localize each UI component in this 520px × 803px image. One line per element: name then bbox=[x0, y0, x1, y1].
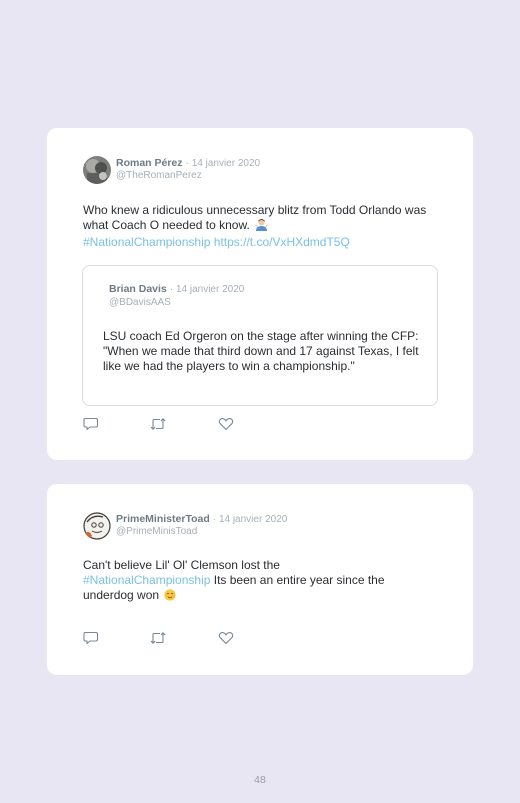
hashtag-link[interactable]: #NationalChampionship bbox=[83, 573, 210, 587]
page-number: 48 bbox=[254, 774, 266, 786]
like-icon[interactable] bbox=[218, 417, 234, 431]
author-name[interactable]: Roman Pérez bbox=[116, 157, 183, 169]
tweet-date[interactable]: 14 janvier 2020 bbox=[219, 514, 287, 525]
quoted-tweet-text: LSU coach Ed Orgeron on the stage after … bbox=[103, 329, 419, 373]
hashtag-link[interactable]: #NationalChampionship bbox=[83, 235, 210, 249]
quoted-tweet[interactable]: Brian Davis · 14 janvier 2020 @BDavisAAS… bbox=[82, 265, 438, 406]
tweet-card: PrimeMinisterToad · 14 janvier 2020 @Pri… bbox=[47, 484, 473, 675]
reply-icon[interactable] bbox=[83, 417, 99, 431]
relieved-face-emoji bbox=[164, 589, 177, 605]
separator: · bbox=[169, 284, 174, 295]
quoted-tweet-date[interactable]: 14 janvier 2020 bbox=[176, 284, 244, 295]
author-handle[interactable]: @TheRomanPerez bbox=[116, 170, 202, 182]
author-handle[interactable]: @PrimeMinisToad bbox=[116, 526, 197, 538]
tweet-body-start: Can't believe Lil' Ol' Clemson lost the bbox=[83, 558, 280, 572]
separator: · bbox=[185, 158, 189, 169]
reply-icon[interactable] bbox=[83, 631, 99, 645]
tweet-card: Roman Pérez · 14 janvier 2020 @TheRomanP… bbox=[47, 128, 473, 460]
author-line: PrimeMinisterToad · 14 janvier 2020 bbox=[116, 513, 287, 526]
quoted-author-line: Brian Davis · 14 janvier 2020 bbox=[109, 283, 244, 296]
author-name[interactable]: PrimeMinisterToad bbox=[116, 513, 210, 525]
avatar[interactable] bbox=[83, 512, 111, 540]
avatar[interactable] bbox=[83, 156, 111, 184]
separator: · bbox=[212, 514, 217, 525]
retweet-icon[interactable] bbox=[150, 417, 166, 431]
tweet-text: Who knew a ridiculous unnecessary blitz … bbox=[83, 203, 443, 250]
man-shrugging-emoji bbox=[255, 219, 269, 235]
retweet-icon[interactable] bbox=[150, 631, 166, 645]
quoted-author-handle[interactable]: @BDavisAAS bbox=[109, 297, 171, 309]
url-link[interactable]: https://t.co/VxHXdmdT5Q bbox=[214, 235, 350, 249]
page: Roman Pérez · 14 janvier 2020 @TheRomanP… bbox=[0, 0, 520, 803]
like-icon[interactable] bbox=[218, 631, 234, 645]
tweet-text: Can't believe Lil' Ol' Clemson lost the … bbox=[83, 558, 433, 605]
author-line: Roman Pérez · 14 janvier 2020 bbox=[116, 157, 260, 170]
tweet-date[interactable]: 14 janvier 2020 bbox=[192, 158, 260, 169]
quoted-author-name[interactable]: Brian Davis bbox=[109, 283, 167, 295]
